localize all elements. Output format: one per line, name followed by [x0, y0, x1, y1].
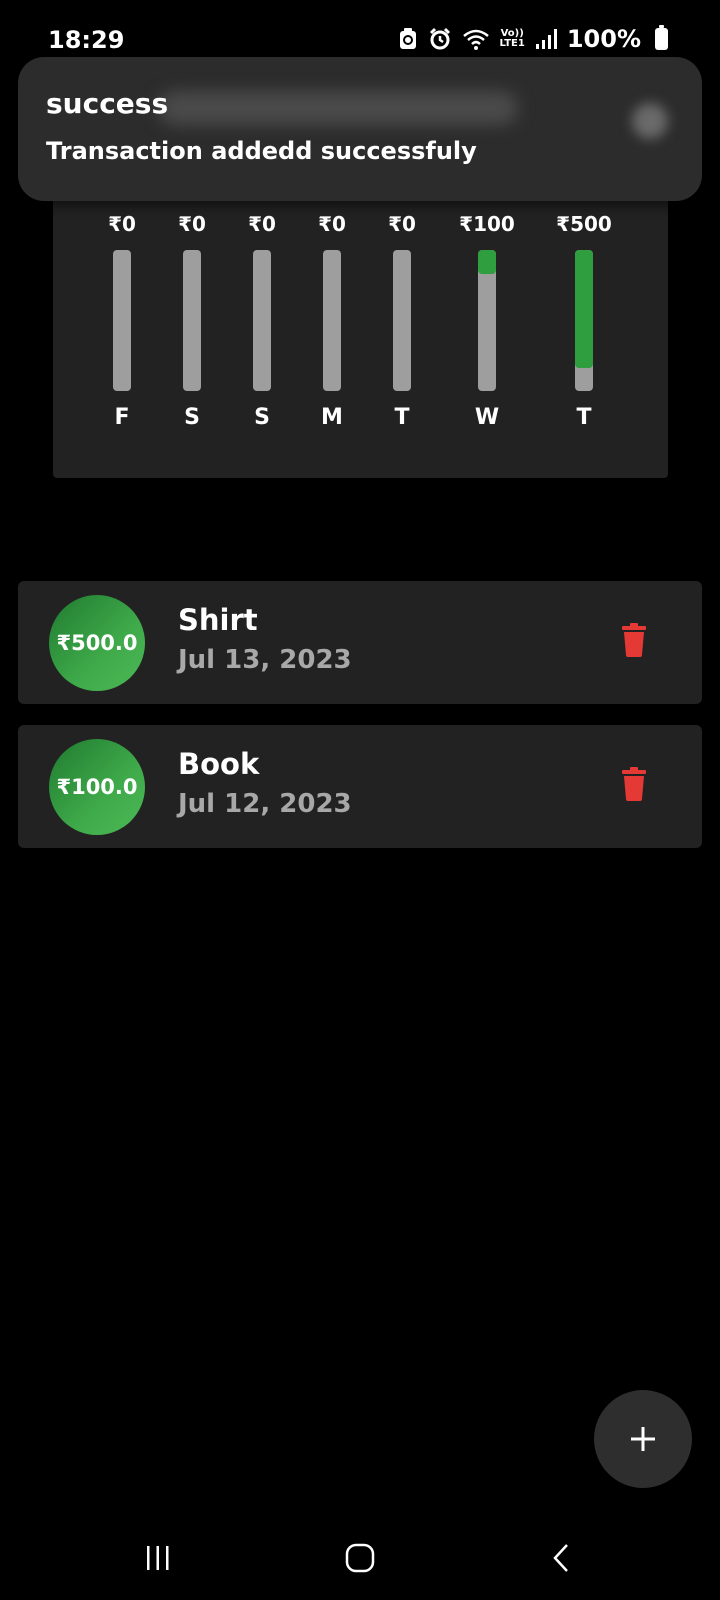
chart-bar-amount: ₹0 — [108, 212, 136, 236]
toast-background-blur — [158, 91, 518, 125]
chart-day-label: M — [321, 405, 343, 430]
chart-bar-amount: ₹500 — [556, 212, 612, 236]
recent-apps-button[interactable] — [123, 1535, 193, 1581]
battery-icon — [655, 25, 668, 50]
toast-title: success — [46, 87, 169, 120]
amount-badge: ₹100.0 — [49, 739, 145, 835]
chart-bar-amount: ₹0 — [248, 212, 276, 236]
chart-bar: ₹0 T — [367, 210, 437, 430]
chart-bar-amount: ₹0 — [388, 212, 416, 236]
transaction-date: Jul 12, 2023 — [178, 789, 352, 819]
alarm-icon — [429, 27, 450, 50]
chart-bar-amount: ₹0 — [178, 212, 206, 236]
chart-bar-track — [323, 250, 341, 391]
status-time: 18:29 — [48, 26, 125, 54]
chart-day-label: F — [114, 405, 130, 430]
chart-day-label: W — [474, 405, 500, 430]
recent-apps-icon — [147, 1546, 169, 1570]
back-button[interactable] — [527, 1535, 597, 1581]
chart-day-label: T — [576, 405, 592, 430]
app-screen: 18:29 Vo)) LTE1 100% ₹0 F ₹0 S ₹0 S ₹0 M… — [0, 0, 720, 1600]
chart-bar-track — [113, 250, 131, 391]
recycle-icon — [399, 28, 416, 49]
add-transaction-button[interactable] — [594, 1390, 692, 1488]
chart-bar-track — [478, 250, 496, 391]
transaction-item[interactable]: ₹500.0 Shirt Jul 13, 2023 — [18, 581, 702, 704]
home-button[interactable] — [325, 1535, 395, 1581]
plus-icon — [631, 1427, 655, 1451]
delete-icon[interactable] — [622, 767, 646, 801]
volte-icon: Vo)) LTE1 — [500, 29, 525, 49]
toast-message: Transaction addedd successfuly — [46, 137, 477, 165]
signal-icon — [535, 29, 557, 49]
chart-bar: ₹0 F — [87, 210, 157, 430]
chart-bar-fill — [575, 250, 593, 368]
amount-badge: ₹500.0 — [49, 595, 145, 691]
chart-bar: ₹100 W — [452, 210, 522, 430]
delete-icon[interactable] — [622, 623, 646, 657]
wifi-icon — [462, 29, 489, 50]
chart-bar-amount: ₹0 — [318, 212, 346, 236]
home-icon — [345, 1543, 375, 1573]
chart-bar: ₹500 T — [549, 210, 619, 430]
success-toast: success Transaction addedd successfuly — [18, 57, 702, 201]
chart-bar: ₹0 M — [297, 210, 367, 430]
chart-bar-track — [393, 250, 411, 391]
status-icons: Vo)) LTE1 100% — [398, 24, 668, 54]
transaction-date: Jul 13, 2023 — [178, 645, 352, 675]
back-icon — [553, 1544, 568, 1572]
transaction-item[interactable]: ₹100.0 Book Jul 12, 2023 — [18, 725, 702, 848]
chart-bar: ₹0 S — [227, 210, 297, 430]
toast-background-blur-dot — [632, 103, 668, 139]
chart-bar-amount: ₹100 — [459, 212, 515, 236]
transaction-title: Book — [178, 747, 260, 781]
chart-bar-track — [253, 250, 271, 391]
chart-bar-fill — [478, 250, 496, 274]
chart-bar: ₹0 S — [157, 210, 227, 430]
transaction-title: Shirt — [178, 603, 258, 637]
chart-bar-track — [575, 250, 593, 391]
chart-day-label: S — [254, 405, 270, 430]
lte-label: LTE1 — [499, 38, 525, 49]
chart-day-label: T — [394, 405, 410, 430]
chart-bar-track — [183, 250, 201, 391]
chart-day-label: S — [184, 405, 200, 430]
battery-percent: 100% — [566, 25, 641, 53]
